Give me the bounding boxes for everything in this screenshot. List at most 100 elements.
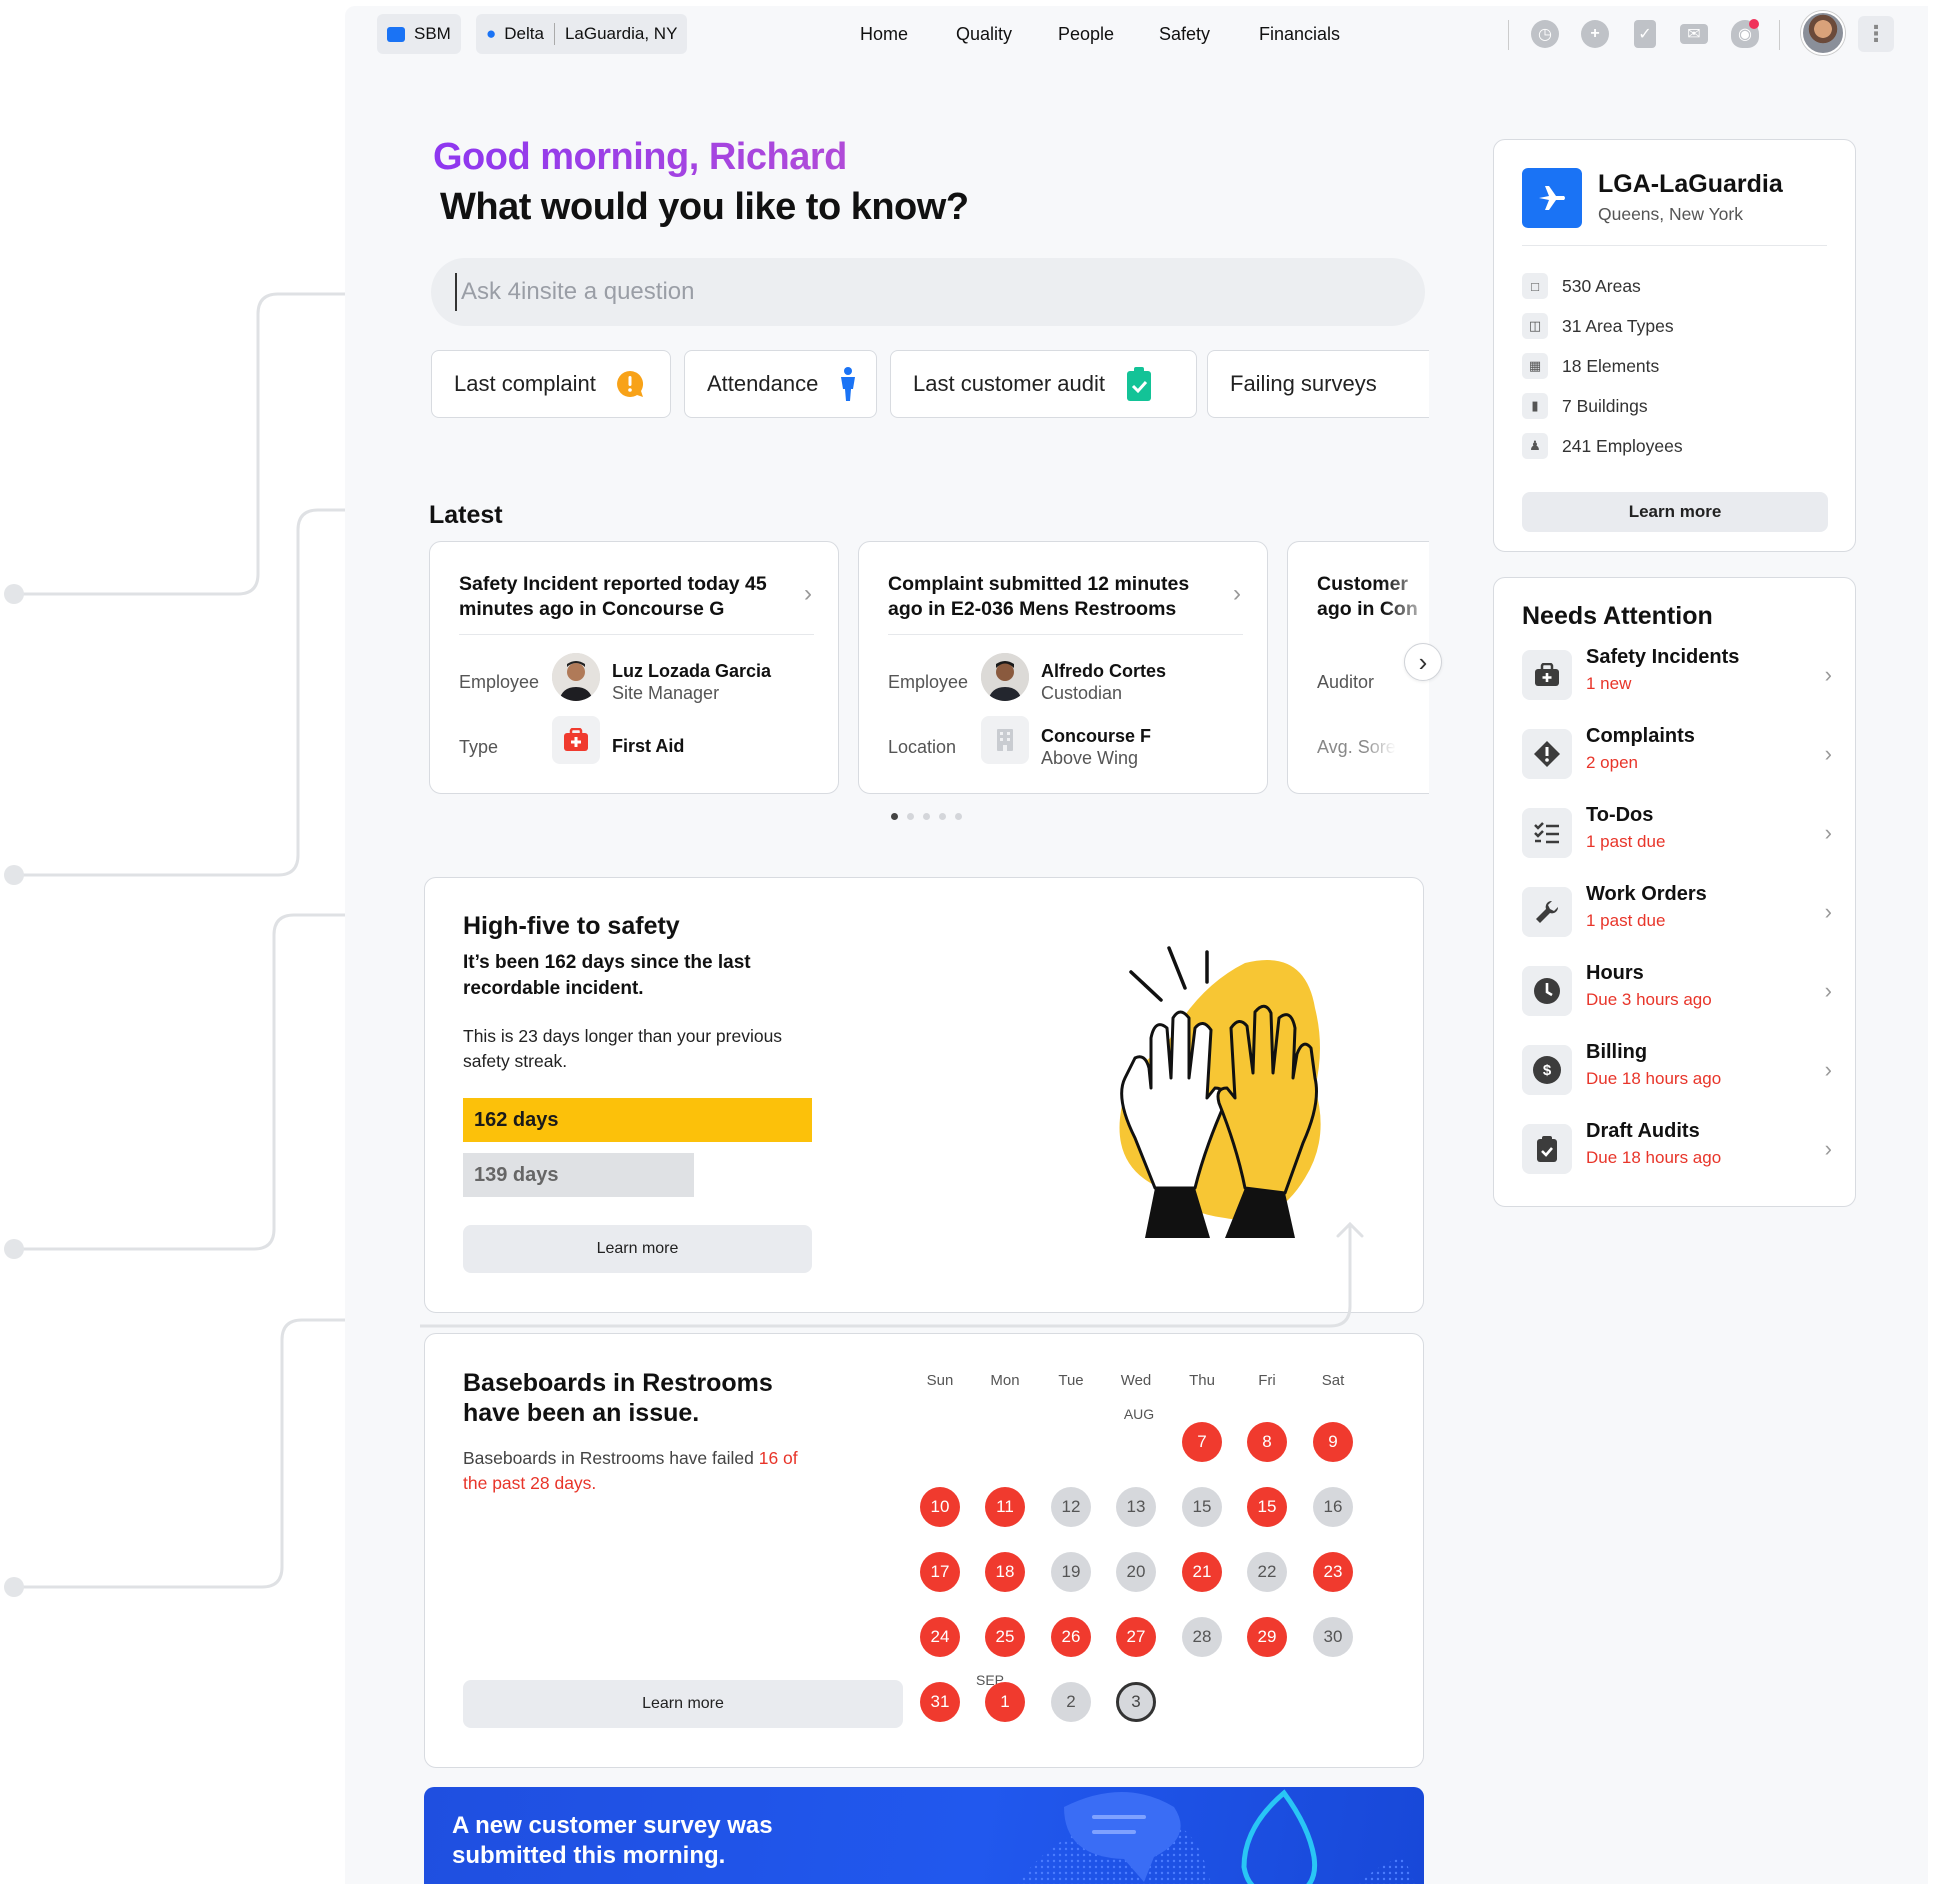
latest-title: Latest — [429, 501, 503, 529]
suggestion-attendance[interactable]: Attendance — [684, 350, 877, 418]
attention-complaints[interactable]: Complaints 2 open › — [1522, 725, 1832, 783]
more-menu-icon[interactable]: ⋮ — [1858, 16, 1894, 52]
carousel-next-button[interactable]: › — [1404, 643, 1442, 681]
suggestion-failing-surveys[interactable]: Failing surveys — [1207, 350, 1429, 418]
previous-streak-label: 139 days — [474, 1163, 559, 1186]
attention-todos[interactable]: To-Dos 1 past due › — [1522, 804, 1832, 862]
calendar-day[interactable]: 23 — [1313, 1552, 1353, 1592]
calendar-day[interactable]: 31 — [920, 1682, 960, 1722]
survey-text: A new customer survey was submitted this… — [452, 1812, 773, 1869]
carousel-dot[interactable] — [891, 813, 898, 820]
dollar-icon: $ — [1522, 1045, 1572, 1095]
carousel-dot[interactable] — [939, 813, 946, 820]
needs-attention-card: Needs Attention Safety Incidents 1 new ›… — [1493, 577, 1856, 1207]
clock-icon[interactable]: ◷ — [1531, 20, 1559, 48]
location-pin-icon: ● — [486, 24, 497, 43]
calendar-day[interactable]: 16 — [1313, 1487, 1353, 1527]
calendar-day[interactable]: 28 — [1182, 1617, 1222, 1657]
calendar-day[interactable]: 30 — [1313, 1617, 1353, 1657]
carousel-dot[interactable] — [923, 813, 930, 820]
suggestion-last-customer-audit[interactable]: Last customer audit — [890, 350, 1197, 418]
medkit-icon — [1522, 650, 1572, 700]
nav-home[interactable]: Home — [860, 24, 908, 45]
suggestion-last-complaint[interactable]: Last complaint — [431, 350, 671, 418]
calendar-day[interactable]: 22 — [1247, 1552, 1287, 1592]
calendar-day[interactable]: 20 — [1116, 1552, 1156, 1592]
nav-safety[interactable]: Safety — [1159, 24, 1210, 45]
calendar-day[interactable]: 12 — [1051, 1487, 1091, 1527]
attention-title: Draft Audits — [1586, 1120, 1700, 1142]
chevron-right-icon: › — [1824, 820, 1832, 845]
mail-icon[interactable]: ✉ — [1680, 24, 1708, 44]
nav-quality[interactable]: Quality — [956, 24, 1012, 45]
areas-icon: □ — [1522, 273, 1548, 299]
calendar-day[interactable]: 27 — [1116, 1617, 1156, 1657]
carousel-dot[interactable] — [907, 813, 914, 820]
chevron-right-icon: › — [1824, 662, 1832, 687]
attention-title: Complaints — [1586, 725, 1695, 747]
calendar-day[interactable]: 11 — [985, 1487, 1025, 1527]
clipboard-icon — [1522, 1124, 1572, 1174]
attention-title: Work Orders — [1586, 883, 1707, 905]
calendar-day[interactable]: 1 — [985, 1682, 1025, 1722]
employee-role: Site Manager — [612, 683, 720, 703]
attention-hours[interactable]: Hours Due 3 hours ago › — [1522, 962, 1832, 1020]
site-chip[interactable]: ● Delta LaGuardia, NY — [476, 14, 687, 54]
suggestion-label: Last complaint — [454, 371, 596, 396]
nav-people[interactable]: People — [1058, 24, 1114, 45]
connector-arrow-up — [420, 1221, 1364, 1328]
calendar-day[interactable]: 24 — [920, 1617, 960, 1657]
calendar-day[interactable]: 7 — [1182, 1422, 1222, 1462]
survey-banner[interactable]: A new customer survey was submitted this… — [424, 1787, 1424, 1884]
chevron-right-icon: › — [1824, 978, 1832, 1003]
company-chip[interactable]: SBM — [377, 14, 461, 54]
chevron-right-icon: › — [1824, 1136, 1832, 1161]
calendar-day[interactable]: 18 — [985, 1552, 1025, 1592]
attention-title: To-Dos — [1586, 804, 1654, 826]
wrench-icon — [1522, 887, 1572, 937]
chevron-right-icon: › — [1824, 1057, 1832, 1082]
avatar[interactable] — [1801, 11, 1845, 55]
baseboards-body: Baseboards in Restrooms have failed 16 o… — [463, 1446, 823, 1496]
safety-title: High-five to safety — [463, 912, 680, 940]
ask-input[interactable]: Ask 4insite a question — [431, 258, 1425, 326]
calendar-day[interactable]: 26 — [1051, 1617, 1091, 1657]
calendar-day[interactable]: 29 — [1247, 1617, 1287, 1657]
month-label-aug: AUG — [1123, 1406, 1155, 1422]
calendar-day[interactable]: 9 — [1313, 1422, 1353, 1462]
weekday-mon: Mon — [990, 1372, 1020, 1389]
clipboard-icon[interactable]: ✓ — [1634, 20, 1656, 48]
carousel-dot[interactable] — [955, 813, 962, 820]
calendar-day[interactable]: 8 — [1247, 1422, 1287, 1462]
card-divider — [459, 634, 814, 635]
location-name: Concourse F — [1041, 726, 1152, 746]
row-label: Type — [459, 737, 499, 757]
calendar-day[interactable]: 19 — [1051, 1552, 1091, 1592]
calendar-day[interactable]: 2 — [1051, 1682, 1091, 1722]
calendar-day[interactable]: 15 — [1247, 1487, 1287, 1527]
nav-financials[interactable]: Financials — [1259, 24, 1340, 45]
ask-placeholder: Ask 4insite a question — [461, 278, 695, 305]
calendar-day[interactable]: 15 — [1182, 1487, 1222, 1527]
weekday-sat: Sat — [1321, 1372, 1345, 1389]
attention-work-orders[interactable]: Work Orders 1 past due › — [1522, 883, 1832, 941]
attention-draft-audits[interactable]: Draft Audits Due 18 hours ago › — [1522, 1120, 1832, 1178]
calendar-day[interactable]: 13 — [1116, 1487, 1156, 1527]
calendar-day[interactable]: 3 — [1116, 1682, 1156, 1722]
attention-title: Safety Incidents — [1586, 646, 1740, 668]
plus-icon[interactable]: + — [1581, 20, 1609, 48]
calendar-day[interactable]: 25 — [985, 1617, 1025, 1657]
site-learn-more-button[interactable]: Learn more — [1522, 492, 1828, 532]
baseboards-learn-more-button[interactable]: Learn more — [463, 1680, 903, 1728]
attention-status: Due 18 hours ago — [1586, 1069, 1722, 1088]
attention-safety-incidents[interactable]: Safety Incidents 1 new › — [1522, 646, 1832, 704]
calendar-day[interactable]: 10 — [920, 1487, 960, 1527]
row-label: Employee — [459, 672, 540, 692]
latest-card-safety[interactable]: Safety Incident reported today 45 minute… — [429, 541, 839, 794]
calendar-day[interactable]: 17 — [920, 1552, 960, 1592]
safety-body: This is 23 days longer than your previou… — [463, 1026, 783, 1071]
calendar-day[interactable]: 21 — [1182, 1552, 1222, 1592]
current-streak-bar: 162 days — [463, 1098, 812, 1142]
latest-card-complaint[interactable]: Complaint submitted 12 minutes ago in E2… — [858, 541, 1268, 794]
attention-billing[interactable]: $ Billing Due 18 hours ago › — [1522, 1041, 1832, 1099]
